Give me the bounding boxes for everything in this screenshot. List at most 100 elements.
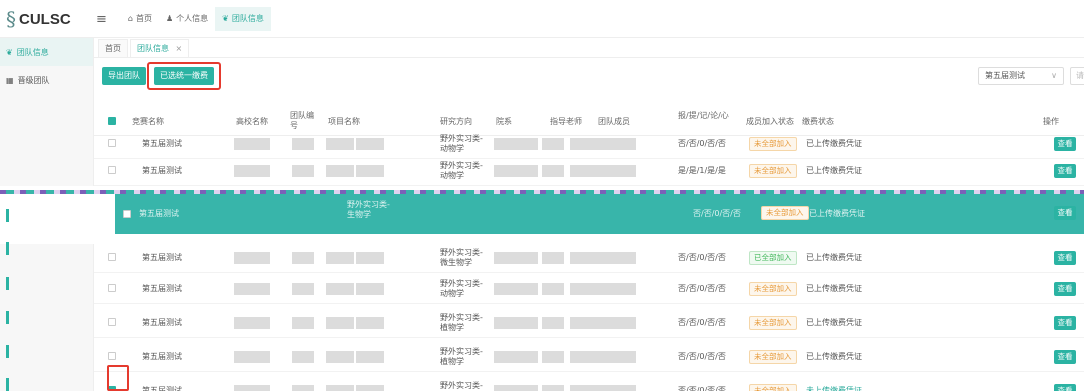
tab-team-info[interactable]: 团队信息 ×	[130, 39, 190, 57]
redacted-block	[326, 351, 354, 363]
tab-bar: 首页 团队信息 ×	[94, 38, 1084, 58]
redacted-block	[356, 252, 384, 264]
topnav-team-info[interactable]: ❦ 团队信息	[215, 7, 271, 31]
row-checkbox[interactable]	[123, 210, 131, 218]
select-all-checkbox[interactable]	[108, 117, 116, 125]
logo-mark-icon: §	[6, 7, 16, 31]
user-icon: ♟	[165, 14, 174, 23]
topnav-home[interactable]: ⌂ 首页	[121, 7, 159, 31]
redacted-block	[356, 351, 384, 363]
view-button[interactable]: 查看	[1054, 206, 1076, 220]
redacted-block	[234, 283, 270, 295]
redacted-block	[570, 317, 596, 329]
view-button[interactable]: 查看	[1054, 137, 1076, 151]
redacted-block	[356, 165, 384, 177]
redacted-block	[494, 165, 538, 177]
col-direction: 研究方向	[440, 117, 472, 126]
row-checkbox[interactable]	[108, 352, 116, 360]
redacted-block	[292, 351, 314, 363]
col-join-status: 成员加入状态	[746, 117, 794, 126]
search-input[interactable]: 请	[1070, 67, 1084, 85]
cell-pay-status: 已上传缴费凭证	[806, 253, 862, 262]
view-button[interactable]: 查看	[1054, 251, 1076, 265]
redacted-block	[292, 283, 314, 295]
row-checkbox[interactable]	[108, 166, 116, 174]
sidebar-item-label: 团队信息	[16, 47, 49, 57]
topnav-label: 个人信息	[176, 14, 209, 23]
cell-flags: 否/否/0/否/否	[678, 253, 726, 262]
table-row: 第五届测试 野外实习类-植物学 否/否/0/否/否 未全部加入 已上传缴费凭证 查看	[94, 342, 1084, 372]
cell-competition: 第五届测试	[139, 209, 179, 218]
cell-direction: 野外实习类-植物学	[440, 313, 483, 332]
table-row: 第五届测试 野外实习类-动物学 否/否/0/否/否 未全部加入 已上传缴费凭证 查看	[94, 129, 1084, 159]
table-row: 第五届测试 野外实习类-动物学 是/是/1/是/是 未全部加入 已上传缴费凭证 查看	[94, 156, 1084, 186]
export-team-button[interactable]: 导出团队	[102, 67, 146, 85]
redacted-block	[494, 252, 538, 264]
redacted-block	[326, 165, 354, 177]
cell-competition: 第五届测试	[142, 166, 182, 175]
close-icon[interactable]: ×	[176, 44, 183, 53]
view-button[interactable]: 查看	[1054, 282, 1076, 296]
redacted-block	[356, 138, 384, 150]
redacted-block	[292, 138, 314, 150]
topnav-profile[interactable]: ♟ 个人信息	[159, 7, 215, 31]
join-status-badge: 未全部加入	[761, 206, 809, 220]
top-header: § CULSC ≡ ⌂ 首页 ♟ 个人信息 ❦ 团队信息	[0, 0, 1084, 38]
redacted-block	[542, 165, 564, 177]
view-button[interactable]: 查看	[1054, 350, 1076, 364]
sidebar-item-team-info[interactable]: ❦ 团队信息	[0, 38, 93, 66]
tab-home[interactable]: 首页	[98, 39, 128, 57]
redacted-block	[326, 317, 354, 329]
cell-competition: 第五届测试	[142, 139, 182, 148]
col-team-no: 团队编号	[290, 111, 314, 130]
cell-flags: 否/否/0/否/否	[678, 318, 726, 327]
redacted-block	[356, 385, 384, 391]
join-status-badge: 未全部加入	[749, 350, 797, 364]
col-advisor: 指导老师	[550, 117, 582, 126]
redacted-block	[326, 138, 354, 150]
view-button[interactable]: 查看	[1054, 316, 1076, 330]
redacted-block	[356, 317, 384, 329]
render-glitch-band: 第五届测试 野外实习类-生物学 否/否/0/否/否 已上传缴费凭证 未全部加入 查看	[0, 186, 1084, 244]
tab-label: 首页	[105, 44, 121, 53]
redacted-block	[542, 351, 564, 363]
row-checkbox[interactable]	[108, 284, 116, 292]
row-marker	[6, 311, 9, 324]
menu-toggle-icon[interactable]: ≡	[96, 12, 107, 27]
col-pay-status: 缴费状态	[802, 117, 834, 126]
cell-direction: 野外实习类-动物学	[440, 279, 483, 298]
team-icon: ❦	[6, 47, 13, 57]
redacted-block	[292, 252, 314, 264]
cell-pay-status: 未上传缴费凭证	[806, 386, 862, 391]
view-button[interactable]: 查看	[1054, 384, 1076, 391]
sidebar-item-promoted-teams[interactable]: ▦ 晋级团队	[0, 66, 93, 94]
redacted-block	[542, 385, 564, 391]
cell-pay-status: 已上传缴费凭证	[806, 284, 862, 293]
cell-flags: 否/否/0/否/否	[678, 352, 726, 361]
table-row: 第五届测试 野外实习类-动物学 否/否/0/否/否 未全部加入 已上传缴费凭证 查看	[94, 274, 1084, 304]
row-checkbox[interactable]	[108, 318, 116, 326]
app-name: CULSC	[19, 10, 71, 28]
redacted-block	[570, 283, 596, 295]
season-select[interactable]: 第五届测试 ∨	[978, 67, 1064, 85]
redacted-block	[292, 317, 314, 329]
join-status-badge: 未全部加入	[749, 384, 797, 391]
cell-flags: 否/否/0/否/否	[678, 284, 726, 293]
col-competition: 竞赛名称	[132, 117, 164, 126]
topnav-label: 团队信息	[231, 14, 264, 23]
redacted-block	[292, 165, 314, 177]
redacted-block	[326, 283, 354, 295]
col-project: 项目名称	[328, 117, 360, 126]
view-button[interactable]: 查看	[1054, 164, 1076, 178]
redacted-block	[596, 252, 636, 264]
app-logo[interactable]: § CULSC	[6, 8, 94, 30]
redacted-block	[596, 165, 636, 177]
row-marker	[6, 345, 9, 358]
redacted-block	[234, 138, 270, 150]
join-status-badge: 未全部加入	[749, 316, 797, 330]
topnav-label: 首页	[135, 14, 152, 23]
row-checkbox[interactable]	[108, 139, 116, 147]
row-checkbox[interactable]	[108, 253, 116, 261]
join-status-badge: 已全部加入	[749, 251, 797, 265]
redacted-block	[234, 351, 270, 363]
